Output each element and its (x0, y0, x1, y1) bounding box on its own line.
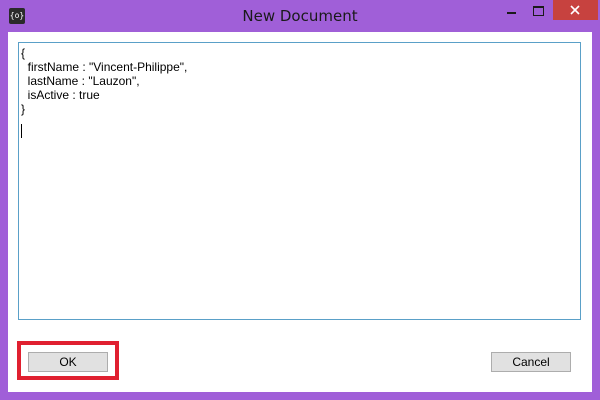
maximize-button[interactable] (525, 0, 552, 22)
dialog-content: OK Cancel (8, 32, 592, 392)
title-bar[interactable]: {o} New Document (0, 0, 600, 32)
close-button[interactable] (553, 0, 598, 20)
window-title: New Document (242, 7, 358, 25)
text-caret (21, 124, 22, 138)
dialog-window: {o} New Document OK Cancel (0, 0, 600, 400)
ok-button[interactable]: OK (28, 352, 108, 372)
document-text-editor[interactable] (18, 42, 581, 320)
cancel-button[interactable]: Cancel (491, 352, 571, 372)
minimize-button[interactable] (498, 0, 525, 22)
maximize-icon (533, 6, 544, 16)
minimize-icon (507, 12, 516, 14)
app-icon[interactable]: {o} (9, 8, 25, 24)
close-icon (570, 5, 580, 15)
